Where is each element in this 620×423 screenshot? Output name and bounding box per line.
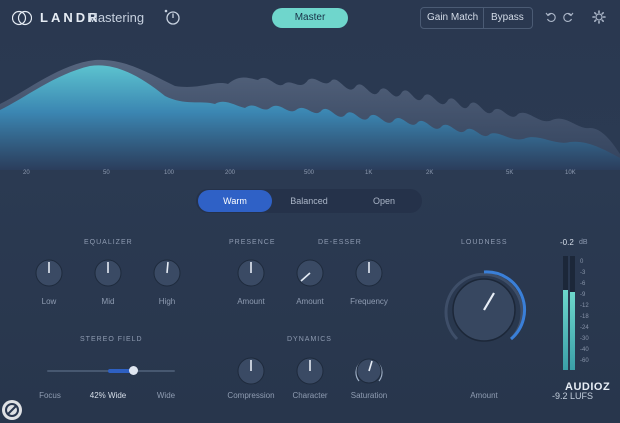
freq-label: 200 bbox=[225, 170, 236, 176]
freq-label: 50 bbox=[103, 170, 110, 176]
stereo-wide-label: Wide bbox=[156, 391, 176, 400]
presence-amount-label: Amount bbox=[237, 297, 265, 306]
freq-label: 2K bbox=[426, 170, 434, 176]
freq-label: 20 bbox=[23, 170, 30, 176]
meter-tick: 0 bbox=[580, 259, 584, 265]
stereo-focus-label: Focus bbox=[39, 391, 61, 400]
freq-label: 1K bbox=[365, 170, 373, 176]
deesser-amount-knob[interactable] bbox=[296, 259, 324, 287]
tone-open-button[interactable]: Open bbox=[350, 190, 418, 212]
redo-icon[interactable] bbox=[562, 11, 574, 23]
landr-logo-icon bbox=[12, 10, 32, 26]
bypass-button[interactable]: Bypass bbox=[491, 12, 524, 23]
character-knob[interactable] bbox=[296, 357, 324, 385]
saturation-label: Saturation bbox=[350, 391, 388, 400]
freq-label: 5K bbox=[506, 170, 514, 176]
dynamics-title: DYNAMICS bbox=[287, 336, 332, 343]
equalizer-title: EQUALIZER bbox=[84, 239, 133, 246]
gear-icon[interactable] bbox=[592, 10, 606, 24]
eq-high-label: High bbox=[158, 297, 176, 306]
peak-value: -0.2 bbox=[560, 238, 574, 247]
loudness-amount-label: Amount bbox=[470, 391, 498, 400]
meter-tick: -24 bbox=[580, 325, 589, 331]
character-label: Character bbox=[292, 391, 328, 400]
power-icon[interactable] bbox=[163, 8, 181, 26]
eq-mid-knob[interactable] bbox=[94, 259, 122, 287]
tone-balanced-button[interactable]: Balanced bbox=[275, 190, 343, 212]
loudness-meter-right-fill bbox=[570, 292, 575, 370]
meter-tick: -18 bbox=[580, 314, 589, 320]
eq-mid-label: Mid bbox=[101, 297, 115, 306]
meter-tick: -9 bbox=[580, 292, 586, 298]
stereo-field-title: STEREO FIELD bbox=[80, 336, 143, 343]
freq-label: 500 bbox=[304, 170, 315, 176]
tone-warm-button[interactable]: Warm bbox=[198, 190, 272, 212]
peak-unit: dB bbox=[579, 239, 588, 246]
compression-knob[interactable] bbox=[237, 357, 265, 385]
meter-tick: -30 bbox=[580, 336, 589, 342]
deesser-title: DE-ESSER bbox=[318, 239, 362, 246]
meter-tick: -3 bbox=[580, 270, 586, 276]
stereo-value-label: 42% Wide bbox=[89, 391, 127, 400]
loudness-title: LOUDNESS bbox=[461, 239, 508, 246]
eq-low-knob[interactable] bbox=[35, 259, 63, 287]
meter-tick: -6 bbox=[580, 281, 586, 287]
master-button[interactable]: Master bbox=[272, 8, 348, 28]
deesser-amount-label: Amount bbox=[296, 297, 324, 306]
product-name: Mastering bbox=[87, 10, 145, 25]
presence-title: PRESENCE bbox=[229, 239, 276, 246]
deesser-frequency-knob[interactable] bbox=[355, 259, 383, 287]
freq-label: 100 bbox=[164, 170, 175, 176]
undo-icon[interactable] bbox=[545, 11, 557, 23]
loudness-amount-knob[interactable] bbox=[441, 267, 527, 353]
meter-tick: -12 bbox=[580, 303, 589, 309]
stereo-field-slider-thumb[interactable] bbox=[129, 366, 138, 375]
watermark-text: AUDIOZ bbox=[565, 381, 611, 393]
eq-low-label: Low bbox=[41, 297, 57, 306]
gain-match-button[interactable]: Gain Match bbox=[427, 12, 478, 23]
spectrum-display bbox=[0, 59, 620, 170]
saturation-knob[interactable] bbox=[353, 355, 385, 387]
meter-tick: -40 bbox=[580, 347, 589, 353]
compression-label: Compression bbox=[227, 391, 275, 400]
freq-label: 10K bbox=[565, 170, 576, 176]
watermark-logo-icon bbox=[2, 400, 22, 420]
presence-amount-knob[interactable] bbox=[237, 259, 265, 287]
button-divider bbox=[483, 8, 484, 28]
meter-tick: -60 bbox=[580, 358, 589, 364]
eq-high-knob[interactable] bbox=[153, 259, 181, 287]
loudness-meter-left-fill bbox=[563, 290, 568, 370]
deesser-frequency-label: Frequency bbox=[350, 297, 388, 306]
